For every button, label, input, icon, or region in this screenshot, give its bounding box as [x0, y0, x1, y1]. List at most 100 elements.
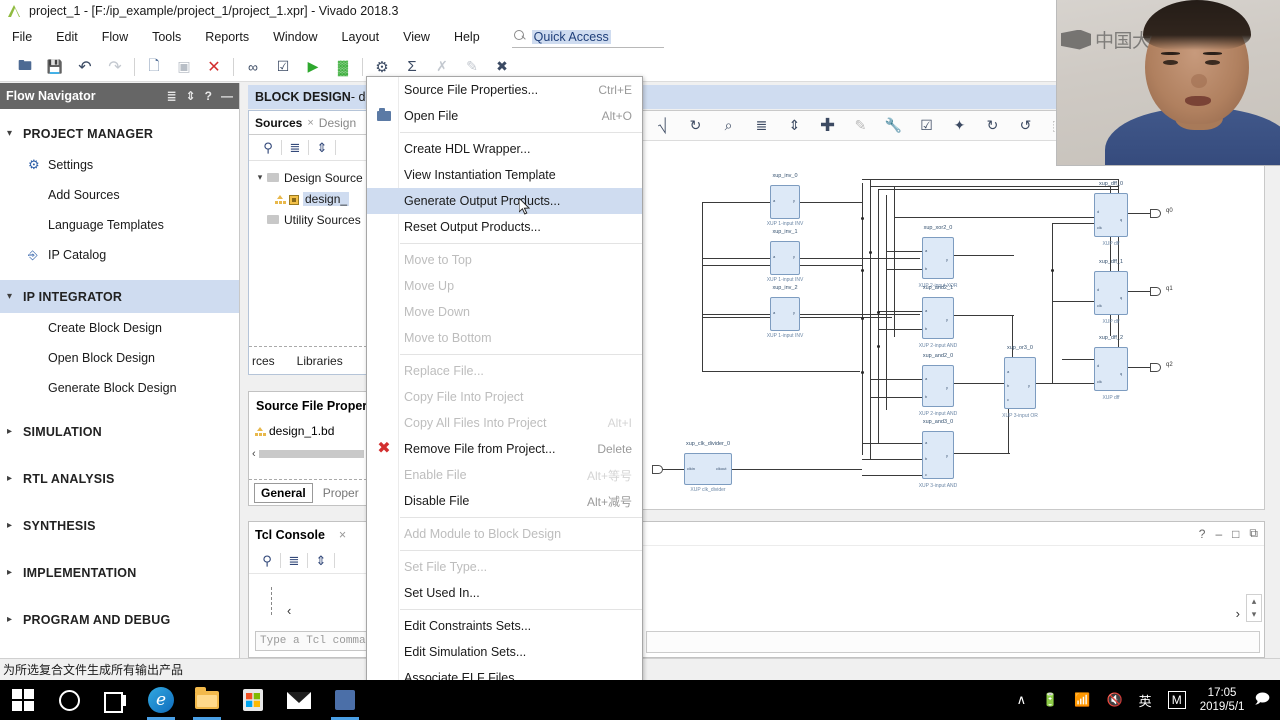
quick-access-field[interactable]: Quick Access	[511, 26, 664, 48]
expand-all-icon[interactable]: ⇕	[309, 140, 335, 156]
scroll-left-icon[interactable]: ‹	[252, 448, 256, 460]
tcl-command-input[interactable]: Type a Tcl comman	[255, 631, 367, 651]
menu-item-open-file[interactable]: Open File Alt+O	[367, 103, 642, 129]
zoom-selection-icon[interactable]: ⇕	[778, 114, 811, 138]
optimize-routing-icon[interactable]: ↺	[1009, 114, 1042, 138]
port-clk-in[interactable]	[652, 465, 663, 474]
collapse-all-icon[interactable]: ≣	[167, 89, 177, 103]
regenerate-layout-icon[interactable]: ↻	[976, 114, 1009, 138]
tree-item-design-sources[interactable]: ▾ Design Source	[249, 167, 367, 188]
add-ip-icon[interactable]: ✚	[811, 114, 844, 138]
menu-layout[interactable]: Layout	[330, 27, 392, 47]
menu-item-disable-file[interactable]: Disable File Alt+减号	[367, 488, 642, 514]
sidebar-item-add-sources[interactable]: Add Sources	[0, 180, 239, 210]
copy-icon[interactable]: 🗋	[139, 54, 169, 80]
taskbar-clock[interactable]: 17:05 2019/5/1	[1200, 686, 1245, 714]
sidebar-section-program-and-debug[interactable]: ▸ PROGRAM AND DEBUG	[0, 603, 239, 636]
chevron-down-icon[interactable]: ▾	[253, 172, 267, 183]
collapse-all-icon[interactable]: ≣	[282, 140, 308, 156]
minimize-icon[interactable]: –	[1215, 527, 1222, 541]
port-q2[interactable]	[1150, 363, 1161, 372]
menu-item-generate-output-products[interactable]: Generate Output Products...	[367, 188, 642, 214]
scrollbar-thumb[interactable]	[258, 450, 364, 458]
menu-view[interactable]: View	[391, 27, 442, 47]
sidebar-item-create-block-design[interactable]: Create Block Design	[0, 313, 239, 343]
help-icon[interactable]: ?	[205, 89, 212, 103]
menu-edit[interactable]: Edit	[44, 27, 90, 47]
cortana-button[interactable]	[46, 680, 92, 720]
battery-icon[interactable]: 🔋	[1042, 692, 1058, 708]
collapse-all-icon[interactable]: ≣	[281, 553, 307, 569]
close-icon[interactable]: ✕	[199, 54, 229, 80]
horizontal-scrollbar[interactable]: ‹	[252, 448, 364, 460]
scroll-up-icon[interactable]: ▴	[1252, 596, 1257, 607]
expand-all-icon[interactable]: ⇕	[186, 89, 196, 103]
run-icon[interactable]: ▶	[298, 54, 328, 80]
port-q1[interactable]	[1150, 287, 1161, 296]
menu-item-set-used-in[interactable]: Set Used In...	[367, 580, 642, 606]
search-icon[interactable]: ⚲	[254, 553, 280, 569]
menu-item-reset-output-products[interactable]: Reset Output Products...	[367, 214, 642, 240]
undo-pan-icon[interactable]: ↻	[679, 114, 712, 138]
sidebar-section-project-manager[interactable]: ▾ PROJECT MANAGER	[0, 117, 239, 150]
vertical-scrollbar[interactable]: ▴ ▾	[1246, 594, 1262, 622]
menu-item-remove-file-from-project[interactable]: ✖ Remove File from Project... Delete	[367, 436, 642, 462]
sidebar-item-open-block-design[interactable]: Open Block Design	[0, 343, 239, 373]
sidebar-section-ip-integrator[interactable]: ▾ IP INTEGRATOR	[0, 280, 239, 313]
block-xup-xor2-0[interactable]	[922, 237, 954, 279]
copy-block-icon[interactable]: ✎	[844, 114, 877, 138]
menu-window[interactable]: Window	[261, 27, 329, 47]
block-xup-dff-0[interactable]	[1094, 193, 1128, 237]
float-icon[interactable]: ⧉	[1249, 526, 1258, 541]
close-icon[interactable]: ×	[307, 117, 313, 129]
pin-icon[interactable]: ✦	[943, 114, 976, 138]
select-area-icon[interactable]: ⎷	[646, 114, 679, 138]
task-view-button[interactable]	[92, 680, 138, 720]
open-project-icon[interactable]: 🖿	[10, 54, 40, 80]
menu-item-edit-simulation-sets[interactable]: Edit Simulation Sets...	[367, 639, 642, 665]
scroll-left-icon[interactable]: ‹	[287, 603, 291, 618]
run-connection-automation-icon[interactable]: 🔧	[877, 114, 910, 138]
close-icon[interactable]: ×	[339, 528, 346, 542]
sidebar-item-settings[interactable]: ⚙ Settings	[0, 150, 239, 180]
edge-button[interactable]: e	[138, 680, 184, 720]
tree-item-utility-sources[interactable]: Utility Sources	[249, 209, 367, 230]
menu-help[interactable]: Help	[442, 27, 492, 47]
expand-all-icon[interactable]: ⇕	[308, 553, 334, 569]
menu-reports[interactable]: Reports	[193, 27, 261, 47]
wifi-icon[interactable]: 📶	[1074, 692, 1090, 708]
block-xup-and2-1[interactable]	[922, 297, 954, 339]
tab-design[interactable]: Design	[319, 116, 356, 130]
find-icon[interactable]: ∞	[238, 54, 268, 80]
footer-tab-sources[interactable]: rces	[252, 354, 275, 368]
block-design-canvas[interactable]: xup_inv_0 XUP 1-input INV ay xup_inv_1 X…	[642, 141, 1264, 509]
implement-icon[interactable]: ▓	[328, 54, 358, 80]
notification-icon[interactable]: 🗩	[1254, 688, 1270, 712]
block-xup-and2-0[interactable]	[922, 365, 954, 407]
sidebar-section-synthesis[interactable]: ▸ SYNTHESIS	[0, 509, 239, 542]
app-button[interactable]	[322, 680, 368, 720]
mail-button[interactable]	[276, 680, 322, 720]
tab-properties[interactable]: Proper	[323, 486, 359, 500]
search-icon[interactable]: ⚲	[255, 140, 281, 156]
port-q0[interactable]	[1150, 209, 1161, 218]
block-xup-dff-2[interactable]	[1094, 347, 1128, 391]
menu-item-view-instantiation-template[interactable]: View Instantiation Template	[367, 162, 642, 188]
tab-sources[interactable]: Sources	[255, 116, 302, 130]
tree-item-design-1[interactable]: design_	[249, 188, 367, 209]
sidebar-item-ip-catalog[interactable]: ⎆ IP Catalog	[0, 240, 239, 270]
start-button[interactable]	[0, 680, 46, 720]
footer-tab-libraries[interactable]: Libraries	[297, 354, 343, 368]
validate-design-icon[interactable]: ☑	[910, 114, 943, 138]
minimize-icon[interactable]: —	[221, 89, 233, 103]
sidebar-item-language-templates[interactable]: Language Templates	[0, 210, 239, 240]
scroll-down-icon[interactable]: ▾	[1252, 609, 1257, 620]
zoom-fit-icon[interactable]: ≣	[745, 114, 778, 138]
save-icon[interactable]: 💾	[40, 54, 70, 80]
paste-icon[interactable]: ▣	[169, 54, 199, 80]
block-xup-dff-1[interactable]	[1094, 271, 1128, 315]
help-icon[interactable]: ?	[1199, 527, 1206, 541]
chevron-up-icon[interactable]: ∧	[1017, 692, 1027, 708]
menu-item-source-file-properties[interactable]: Source File Properties... Ctrl+E	[367, 77, 642, 103]
sidebar-section-implementation[interactable]: ▸ IMPLEMENTATION	[0, 556, 239, 589]
